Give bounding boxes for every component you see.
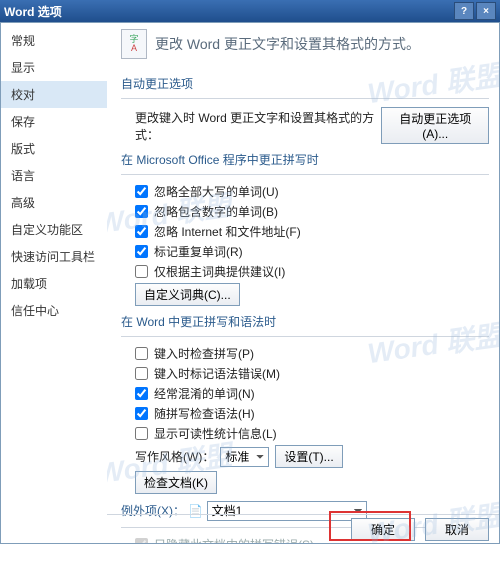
dialog-client: 常规 显示 校对 保存 版式 语言 高级 自定义功能区 快速访问工具栏 加载项 … xyxy=(0,22,500,544)
cb-mark-grammar-as-type[interactable]: 键入时标记语法错误(M) xyxy=(135,365,280,382)
writing-style-select[interactable]: 标准 xyxy=(220,447,269,467)
cb-mark-grammar-as-type-input[interactable] xyxy=(135,367,148,380)
sidebar-item-customize-ribbon[interactable]: 自定义功能区 xyxy=(1,216,107,243)
sidebar-item-trust-center[interactable]: 信任中心 xyxy=(1,297,107,324)
cb-ignore-numbers-input[interactable] xyxy=(135,205,148,218)
section-word-title: 在 Word 中更正拼写和语法时 xyxy=(121,309,489,332)
sidebar-item-save[interactable]: 保存 xyxy=(1,108,107,135)
ok-button[interactable]: 确定 xyxy=(351,518,415,541)
sidebar-item-display[interactable]: 显示 xyxy=(1,54,107,81)
cb-readability-input[interactable] xyxy=(135,427,148,440)
section-office-title: 在 Microsoft Office 程序中更正拼写时 xyxy=(121,147,489,170)
autocorrect-row-label: 更改键入时 Word 更正文字和设置其格式的方式： xyxy=(135,109,375,143)
divider xyxy=(121,336,489,337)
titlebar: Word 选项 ? × xyxy=(0,0,500,22)
sidebar-item-general[interactable]: 常规 xyxy=(1,27,107,54)
cb-main-dict-only-input[interactable] xyxy=(135,265,148,278)
panel-header: 更改 Word 更正文字和设置其格式的方式。 xyxy=(121,29,489,65)
sidebar-item-proofing[interactable]: 校对 xyxy=(1,81,107,108)
sidebar-item-language[interactable]: 语言 xyxy=(1,162,107,189)
panel-title: 更改 Word 更正文字和设置其格式的方式。 xyxy=(155,34,420,54)
custom-dictionaries-button[interactable]: 自定义词典(C)... xyxy=(135,283,240,306)
section-autocorrect-title: 自动更正选项 xyxy=(121,71,489,94)
cb-ignore-internet[interactable]: 忽略 Internet 和文件地址(F) xyxy=(135,223,301,240)
cb-check-spell-as-type-input[interactable] xyxy=(135,347,148,360)
sidebar-item-addins[interactable]: 加载项 xyxy=(1,270,107,297)
divider xyxy=(121,174,489,175)
help-button[interactable]: ? xyxy=(454,2,474,20)
window-title: Word 选项 xyxy=(4,3,62,20)
cb-confused-words[interactable]: 经常混淆的单词(N) xyxy=(135,385,255,402)
cb-main-dict-only[interactable]: 仅根据主词典提供建议(I) xyxy=(135,263,285,280)
cb-readability[interactable]: 显示可读性统计信息(L) xyxy=(135,425,277,442)
cancel-button[interactable]: 取消 xyxy=(425,518,489,541)
grammar-settings-button[interactable]: 设置(T)... xyxy=(275,445,342,468)
cb-grammar-with-spell-input[interactable] xyxy=(135,407,148,420)
divider xyxy=(121,98,489,99)
cb-flag-repeated-input[interactable] xyxy=(135,245,148,258)
cb-ignore-uppercase[interactable]: 忽略全部大写的单词(U) xyxy=(135,183,279,200)
cb-confused-words-input[interactable] xyxy=(135,387,148,400)
sidebar-item-layout[interactable]: 版式 xyxy=(1,135,107,162)
sidebar: 常规 显示 校对 保存 版式 语言 高级 自定义功能区 快速访问工具栏 加载项 … xyxy=(1,23,107,543)
sidebar-item-quick-access[interactable]: 快速访问工具栏 xyxy=(1,243,107,270)
cb-grammar-with-spell[interactable]: 随拼写检查语法(H) xyxy=(135,405,255,422)
main-panel: 更改 Word 更正文字和设置其格式的方式。 自动更正选项 更改键入时 Word… xyxy=(107,23,499,543)
autocorrect-options-button[interactable]: 自动更正选项(A)... xyxy=(381,107,489,144)
dialog-footer: 确定 取消 xyxy=(107,514,499,543)
cb-ignore-numbers[interactable]: 忽略包含数字的单词(B) xyxy=(135,203,278,220)
cb-flag-repeated[interactable]: 标记重复单词(R) xyxy=(135,243,243,260)
sidebar-item-advanced[interactable]: 高级 xyxy=(1,189,107,216)
close-button[interactable]: × xyxy=(476,2,496,20)
proofing-icon xyxy=(121,29,147,59)
cb-ignore-uppercase-input[interactable] xyxy=(135,185,148,198)
cb-check-spell-as-type[interactable]: 键入时检查拼写(P) xyxy=(135,345,254,362)
cb-ignore-internet-input[interactable] xyxy=(135,225,148,238)
writing-style-label: 写作风格(W)： xyxy=(135,448,214,465)
check-document-button[interactable]: 检查文档(K) xyxy=(135,471,217,494)
